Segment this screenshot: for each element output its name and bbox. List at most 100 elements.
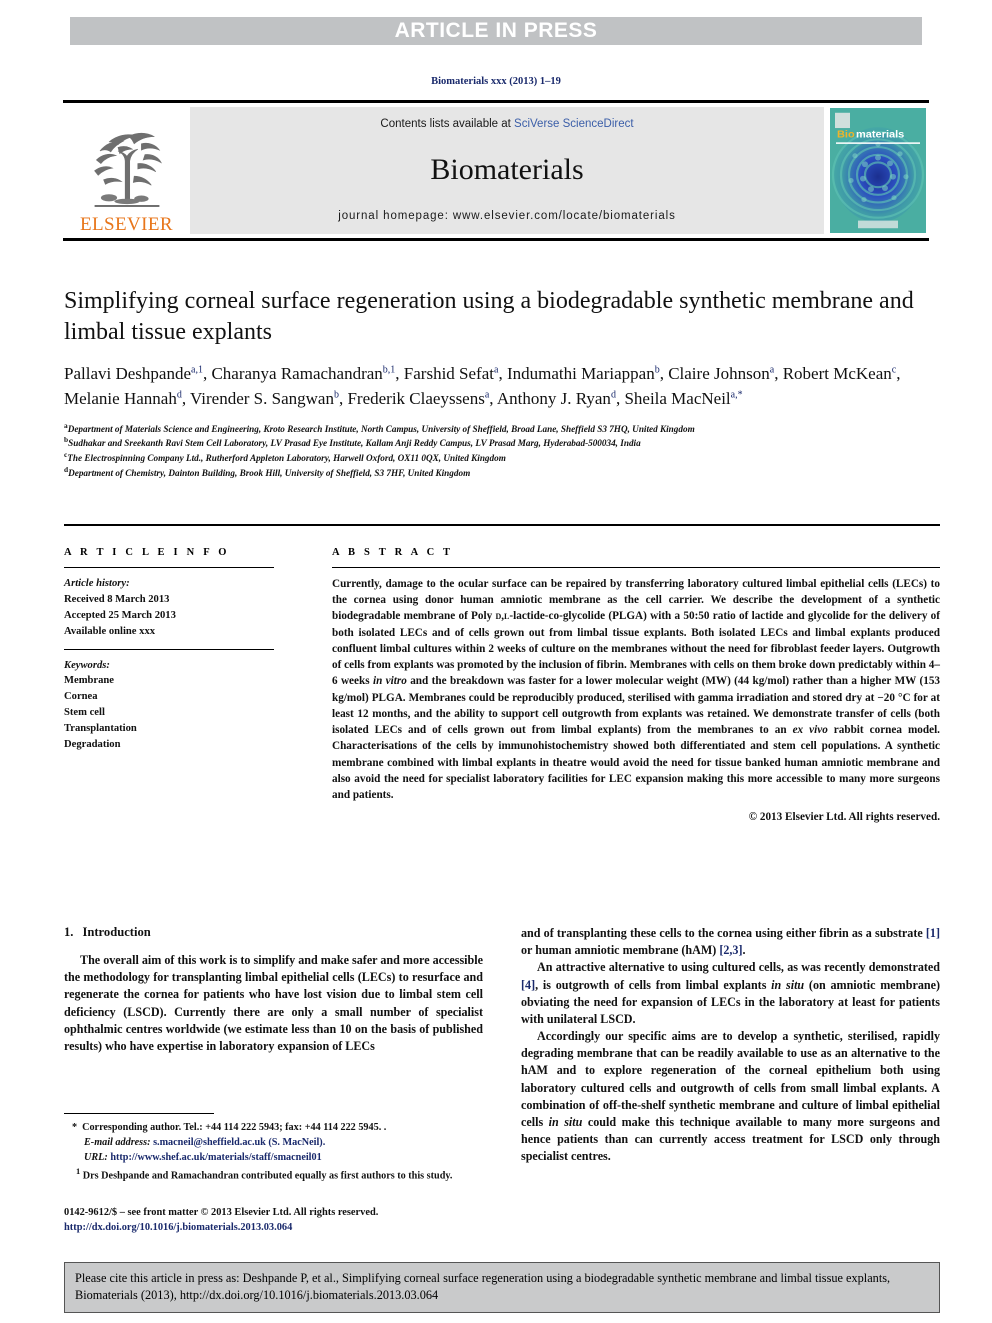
citation-reference[interactable]: [4] [521,978,535,992]
latin-phrase: in vitro [372,675,407,688]
footnote-corresponding-text: Corresponding author. Tel.: +44 114 222 … [82,1122,387,1133]
elsevier-logo: ELSEVIER [63,103,190,238]
latin-phrase: ex vivo [792,724,828,737]
stereochem-prefix: d,l [495,610,510,623]
email-label: E-mail address: [84,1137,151,1149]
footnote-corresponding-author: * Corresponding author. Tel.: +44 114 222… [64,1121,483,1135]
journal-title: Biomaterials [430,153,584,186]
footnote-block: * Corresponding author. Tel.: +44 114 222… [64,1113,483,1185]
article-info-column: A R T I C L E I N F O Article history: R… [64,547,302,823]
article-history-block: Article history: Received 8 March 2013 A… [64,576,274,640]
article-info-rule [64,567,274,568]
author-name: Robert McKean [782,364,892,384]
author-name: Virender S. Sangwan [190,389,334,409]
email-value[interactable]: s.macneil@sheffield.ac.uk (S. MacNeil). [153,1137,325,1148]
author-affiliation-mark: a,* [730,389,743,401]
author-affiliation-mark: d [610,389,616,401]
author-affiliation-mark: d [176,389,182,401]
author-affiliation-mark: a [493,364,499,376]
author-name: Indumathi Mariappan [506,364,655,384]
author-name: Sheila MacNeil [624,389,731,409]
abstract-heading: A B S T R A C T [332,547,454,558]
affiliation-text: The Electrospinning Company Ltd., Ruther… [67,453,506,464]
author-name: Frederik Claeyssens [347,389,485,409]
abstract-rule [332,567,940,568]
journal-homepage-line[interactable]: journal homepage: www.elsevier.com/locat… [338,210,676,222]
abstract-copyright: © 2013 Elsevier Ltd. All rights reserved… [748,811,940,824]
sciencedirect-link[interactable]: SciVerse ScienceDirect [514,118,634,130]
latin-phrase: in situ [548,1114,583,1129]
elsevier-wordmark: ELSEVIER [80,214,173,235]
keyword-item: Cornea [64,691,98,703]
citation-box: Please cite this article in press as: De… [64,1262,940,1313]
introduction-heading: 1. Introduction [64,925,483,940]
footnote-equal-contribution: 1 Drs Deshpande and Ramachandran contrib… [64,1166,483,1183]
affiliation-text: Department of Chemistry, Dainton Buildin… [68,468,471,479]
body-right-column: and of transplanting these cells to the … [521,925,940,1165]
abstract-column: A B S T R A C T Currently, damage to the… [302,547,940,823]
issn-line: 0142-9612/$ – see front matter © 2013 El… [64,1207,379,1218]
introduction-number: 1. [64,925,74,939]
history-online: Available online xxx [64,625,156,637]
abstract-text: Currently, damage to the ocular surface … [332,578,941,802]
latin-phrase: in situ [771,977,805,992]
history-accepted: Accepted 25 March 2013 [64,609,176,621]
author-name: Charanya Ramachandran [211,364,383,384]
author-affiliation-mark: a,1 [191,364,203,376]
citation-reference[interactable]: [2,3] [719,943,742,957]
author-affiliation-mark: c [891,364,897,376]
author-affiliation-mark: b,1 [382,364,396,376]
article-in-press-label: ARTICLE IN PRESS [394,19,598,42]
cover-title-bio: Bio [837,129,855,141]
intro-paragraph-1-continued: and of transplanting these cells to the … [521,926,940,958]
affiliation-item: cThe Electrospinning Company Ltd., Ruthe… [64,450,940,465]
keyword-item: Transplantation [64,723,137,735]
title-and-authors: Simplifying corneal surface regeneration… [64,286,940,480]
author-affiliation-mark: b [654,364,660,376]
issn-copyright-block: 0142-9612/$ – see front matter © 2013 El… [64,1205,483,1235]
author-affiliation-mark: a [484,389,490,401]
journal-info-band: Contents lists available at SciVerse Sci… [190,107,824,234]
author-list: Pallavi Deshpandea,1, Charanya Ramachand… [64,364,901,409]
journal-cover-thumbnail: Bio materials [830,108,926,233]
footnote-rule [64,1113,214,1114]
intro-paragraph-1: The overall aim of this work is to simpl… [64,953,483,1053]
affiliation-item: dDepartment of Chemistry, Dainton Buildi… [64,465,940,480]
info-abstract-section: A R T I C L E I N F O Article history: R… [64,547,940,823]
affiliation-item: aDepartment of Materials Science and Eng… [64,421,940,436]
keywords-rule [64,648,274,650]
article-in-press-banner: ARTICLE IN PRESS [70,17,922,45]
author-affiliation-mark: a [769,364,775,376]
footnote-email: E-mail address: s.macneil@sheffield.ac.u… [64,1136,483,1150]
url-label: URL: [84,1152,108,1164]
author-name: Pallavi Deshpande [64,364,191,384]
author-name: Claire Johnson [668,364,770,384]
author-name: Farshid Sefat [403,364,494,384]
keyword-item: Membrane [64,675,115,687]
cover-title-materials: materials [856,129,904,141]
elsevier-tree-icon [93,132,162,207]
citation-text: Please cite this article in press as: De… [75,1271,891,1302]
article-info-heading: A R T I C L E I N F O [64,547,230,558]
contents-list-line: Contents lists available at SciVerse Sci… [380,118,633,130]
intro-paragraph-2: An attractive alternative to using cultu… [521,960,940,1026]
keyword-item: Stem cell [64,707,105,719]
footnote-asterisk-mark: * [72,1122,78,1133]
url-value[interactable]: http://www.shef.ac.uk/materials/staff/sm… [110,1152,321,1163]
keywords-block: Keywords: Membrane Cornea Stem cell Tran… [64,658,274,753]
affiliation-text: Department of Materials Science and Engi… [67,423,695,434]
affiliation-item: bSudhakar and Sreekanth Ravi Stem Cell L… [64,435,940,450]
keywords-label: Keywords: [64,659,110,671]
author-affiliation-mark: b [333,389,339,401]
affiliation-text: Sudhakar and Sreekanth Ravi Stem Cell La… [68,438,641,449]
introduction-label: Introduction [82,925,151,939]
info-section-top-rule [64,524,940,526]
journal-reference-line: Biomaterials xxx (2013) 1–19 [431,76,561,87]
doi-link[interactable]: http://dx.doi.org/10.1016/j.biomaterials… [64,1220,483,1235]
page-title: Simplifying corneal surface regeneration… [64,288,914,345]
intro-paragraph-3: Accordingly our specific aims are to dev… [521,1029,941,1164]
author-name: Melanie Hannah [64,389,177,409]
keyword-item: Degradation [64,739,121,751]
history-received: Received 8 March 2013 [64,593,170,605]
citation-reference[interactable]: [1] [926,926,940,940]
